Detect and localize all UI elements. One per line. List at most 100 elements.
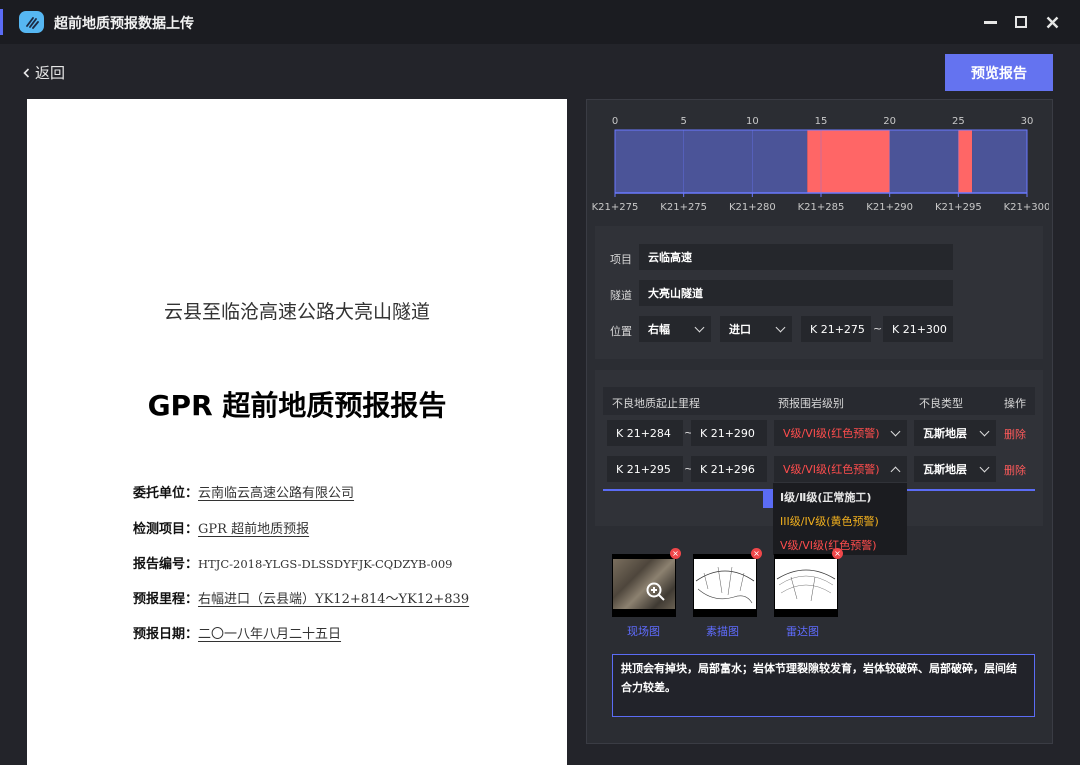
chevron-down-icon: [979, 462, 990, 472]
project-field[interactable]: 云临高速: [639, 244, 953, 270]
sketch-caption: 素描图: [706, 625, 739, 638]
radar-thumbnail[interactable]: [774, 554, 838, 617]
chart-top-tick-label: 0: [612, 116, 618, 127]
chevron-up-icon: [890, 466, 901, 476]
chart-top-tick-label: 10: [746, 116, 759, 127]
report-mileage-row: 预报里程：右幅进口（云县端）YK12+814～YK12+839: [133, 588, 469, 607]
app-title: 超前地质预报数据上传: [54, 16, 194, 32]
report-number-key: 报告编号：: [133, 557, 199, 572]
chart-bottom-tick-label: K21+275: [592, 202, 639, 213]
sketch-thumbnail[interactable]: [693, 554, 757, 617]
chart-segment-normal: [972, 130, 1027, 193]
chart-bottom-tick-label: K21+285: [798, 202, 845, 213]
row1-level-select[interactable]: V级/VI级(红色预警): [774, 420, 907, 446]
report-item-key: 检测项目：: [133, 522, 199, 537]
radar-caption: 雷达图: [786, 625, 819, 638]
description-textarea[interactable]: 拱顶会有掉块，局部富水；岩体节理裂隙较发育，岩体较破碎、局部破碎，层间结合力较差…: [612, 654, 1035, 717]
chevron-left-icon: [23, 67, 30, 78]
report-subtitle: 云县至临沧高速公路大亮山隧道: [163, 301, 430, 323]
remove-site-photo-icon[interactable]: ×: [670, 548, 681, 559]
sketch-image: [694, 559, 756, 609]
th-action: 操作: [1004, 397, 1026, 410]
chart-top-tick-label: 20: [883, 116, 896, 127]
tunnel-field[interactable]: 大亮山隧道: [639, 280, 953, 306]
row2-end-input[interactable]: K 21+296: [691, 456, 767, 482]
preview-report-button[interactable]: 预览报告: [945, 54, 1053, 91]
report-client-key: 委托单位：: [133, 486, 199, 501]
report-client-row: 委托单位：云南临云高速公路有限公司: [133, 482, 354, 501]
chart-top-tick-label: 15: [815, 116, 828, 127]
report-number-value: HTJC-2018-YLGS-DLSSDYFJK-CQDZYB-009: [198, 557, 453, 571]
row2-delete-link[interactable]: 删除: [1004, 462, 1026, 478]
remove-radar-icon[interactable]: ×: [832, 548, 843, 559]
report-item-value: GPR 超前地质预报: [198, 522, 310, 537]
report-title: GPR 超前地质预报报告: [147, 389, 447, 422]
chart-segment-normal: [615, 130, 808, 193]
row1-type-select[interactable]: 瓦斯地层: [914, 420, 996, 446]
chart-top-tick-label: 25: [952, 116, 965, 127]
row1-start-input[interactable]: K 21+284: [607, 420, 683, 446]
report-client-value: 云南临云高速公路有限公司: [198, 486, 355, 501]
row1-delete-link[interactable]: 删除: [1004, 426, 1026, 442]
chart-top-tick-label: 30: [1021, 116, 1034, 127]
chart-bottom-tick-label: K21+300: [1004, 202, 1049, 213]
chart-segment-normal: [889, 130, 959, 193]
app-logo-icon: [19, 11, 44, 33]
dropdown-option-yellow[interactable]: III级/IV级(黄色预警): [780, 513, 879, 529]
report-date-key: 预报日期：: [133, 627, 199, 642]
level-dropdown-menu: Ⅰ级/Ⅱ级(正常施工) III级/IV级(黄色预警) V级/VI级(红色预警): [773, 483, 907, 555]
close-icon[interactable]: [1040, 9, 1064, 35]
row1-level-value: V级/VI级(红色预警): [783, 427, 880, 440]
tunnel-label: 隧道: [610, 289, 632, 302]
chart-bottom-tick-label: K21+280: [729, 202, 776, 213]
minimize-icon[interactable]: [978, 9, 1002, 35]
row2-start-input[interactable]: K 21+295: [607, 456, 683, 482]
remove-sketch-icon[interactable]: ×: [751, 548, 762, 559]
report-number-row: 报告编号：HTJC-2018-YLGS-DLSSDYFJK-CQDZYB-009: [133, 553, 452, 572]
row1-type-value: 瓦斯地层: [923, 427, 967, 440]
dropdown-option-normal[interactable]: Ⅰ级/Ⅱ级(正常施工): [780, 489, 871, 505]
chevron-down-icon: [775, 322, 786, 332]
th-type: 不良类型: [919, 397, 963, 410]
report-date-row: 预报日期：二〇一八年八月二十五日: [133, 623, 341, 642]
chart-bottom-tick-label: K21+295: [935, 202, 982, 213]
back-button[interactable]: 返回: [22, 62, 65, 83]
start-mileage-input[interactable]: K 21+275: [801, 316, 871, 342]
row2-type-select[interactable]: 瓦斯地层: [914, 456, 996, 482]
report-item-row: 检测项目：GPR 超前地质预报: [133, 518, 309, 537]
chart-top-tick-label: 5: [680, 116, 686, 127]
side-select[interactable]: 右幅: [639, 316, 711, 342]
report-mileage-key: 预报里程：: [133, 592, 199, 607]
end-mileage-input[interactable]: K 21+300: [883, 316, 953, 342]
radar-image: [775, 559, 837, 609]
row2-level-select[interactable]: V级/VI级(红色预警): [774, 456, 907, 482]
th-mileage: 不良地质起止里程: [612, 397, 700, 410]
report-mileage-value: 右幅进口（云县端）YK12+814～YK12+839: [198, 592, 470, 607]
row1-end-input[interactable]: K 21+290: [691, 420, 767, 446]
site-photo-caption: 现场图: [627, 625, 660, 638]
chart-segment-red: [807, 130, 890, 193]
range-tilde: ~: [873, 322, 883, 335]
entry-select[interactable]: 进口: [720, 316, 792, 342]
maximize-icon[interactable]: [1009, 9, 1033, 35]
th-level: 预报围岩级别: [778, 397, 844, 410]
back-label: 返回: [35, 64, 66, 82]
title-bar: 超前地质预报数据上传: [0, 0, 1080, 44]
chart-segment-red: [958, 130, 973, 193]
report-date-value: 二〇一八年八月二十五日: [198, 627, 342, 642]
row2-level-value: V级/VI级(红色预警): [783, 463, 880, 476]
chevron-down-icon: [890, 426, 901, 436]
site-photo-thumbnail[interactable]: [612, 554, 676, 617]
geology-chart: 0 K21+275 5 K21+275 10 K21+280 15 K21+285 20 K21+…: [592, 116, 1049, 213]
chart-bottom-tick-label: K21+290: [866, 202, 913, 213]
entry-select-value: 进口: [729, 323, 751, 336]
zoom-in-icon[interactable]: [645, 581, 667, 603]
report-preview-page: 云县至临沧高速公路大亮山隧道 GPR 超前地质预报报告 委托单位：云南临云高速公…: [27, 99, 567, 765]
chevron-down-icon: [694, 322, 705, 332]
project-label: 项目: [610, 253, 632, 266]
chart-bottom-tick-label: K21+275: [660, 202, 707, 213]
dropdown-option-red[interactable]: V级/VI级(红色预警): [780, 537, 877, 553]
table-scrollbar-thumb[interactable]: [763, 491, 773, 508]
position-label: 位置: [610, 325, 632, 338]
side-select-value: 右幅: [648, 323, 670, 336]
